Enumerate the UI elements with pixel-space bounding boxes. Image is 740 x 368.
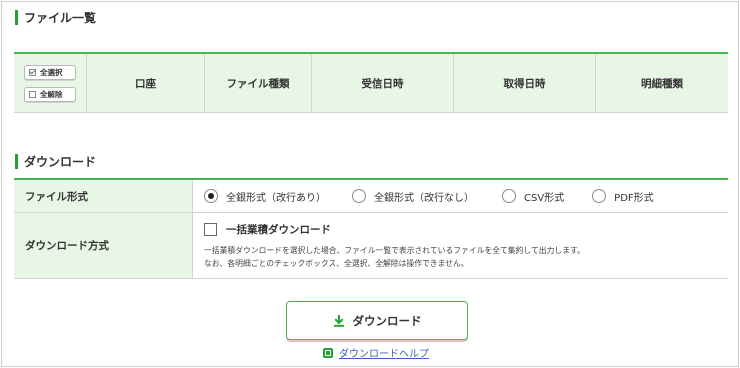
download-button[interactable]: ダウンロード <box>286 301 468 340</box>
format-option-label: 全銀形式（改行なし） <box>374 192 474 204</box>
select-all-button[interactable]: 全選択 <box>24 65 76 80</box>
column-header-statement-type: 明細種類 <box>641 77 683 90</box>
column-header-acquired-at: 取得日時 <box>454 54 596 112</box>
bulk-download-label: 一括業積ダウンロード <box>226 224 331 236</box>
file-format-options: 全銀形式（改行あり） 全銀形式（改行なし） CSV形式 PDF形式 <box>193 180 728 212</box>
bulk-download-checkbox[interactable]: 一括業積ダウンロード <box>204 222 728 237</box>
clear-all-button[interactable]: 全解除 <box>24 87 76 102</box>
format-option-label: PDF形式 <box>614 192 654 204</box>
checkbox-empty-icon <box>29 91 36 98</box>
download-method-row: ダウンロード方式 一括業積ダウンロード 一括業積ダウンロードを選択した場合、ファ… <box>14 213 728 279</box>
note-line: なお、各明細ごとのチェックボックス、全選択、全解除は操作できません。 <box>204 259 469 268</box>
page-frame: ファイル一覧 全選択 全解除 口座 ファイル種類 受信日時 取得日時 明細種類 … <box>1 1 739 367</box>
format-radio-pdf[interactable]: PDF形式 <box>592 189 654 204</box>
note-line: 一括業積ダウンロードを選択した場合、ファイル一覧で表示されているファイルを全て集… <box>204 246 585 255</box>
download-help-label: ダウンロードヘルプ <box>339 349 429 360</box>
clear-all-label: 全解除 <box>40 90 63 99</box>
download-help-link[interactable]: ダウンロードヘルプ <box>323 345 429 360</box>
select-column: 全選択 全解除 <box>14 54 87 112</box>
format-radio-zengin-no-newline[interactable]: 全銀形式（改行なし） <box>352 189 474 204</box>
radio-empty-icon <box>502 189 516 203</box>
download-icon <box>333 315 344 327</box>
file-list-table-header: 全選択 全解除 口座 ファイル種類 受信日時 取得日時 明細種類 <box>14 52 728 113</box>
checkbox-checked-icon <box>29 69 36 76</box>
format-radio-csv[interactable]: CSV形式 <box>502 189 564 204</box>
download-heading: ダウンロード <box>15 153 96 170</box>
column-header-file-type: ファイル種類 <box>205 54 312 112</box>
bulk-download-note: 一括業積ダウンロードを選択した場合、ファイル一覧で表示されているファイルを全て集… <box>204 244 728 270</box>
format-radio-zengin-newline[interactable]: 全銀形式（改行あり） <box>204 189 326 204</box>
file-list-heading: ファイル一覧 <box>15 9 96 26</box>
format-option-label: 全銀形式（改行あり） <box>226 192 326 204</box>
file-format-row: ファイル形式 全銀形式（改行あり） 全銀形式（改行なし） CSV形式 PDF形式 <box>14 180 728 213</box>
download-settings-table: ファイル形式 全銀形式（改行あり） 全銀形式（改行なし） CSV形式 PDF形式… <box>14 178 728 279</box>
download-button-label: ダウンロード <box>352 313 422 328</box>
heading-accent-bar <box>15 154 18 169</box>
heading-accent-bar <box>15 10 18 25</box>
format-option-label: CSV形式 <box>524 192 565 204</box>
download-method-label: ダウンロード方式 <box>14 213 193 278</box>
help-icon <box>323 347 333 358</box>
select-all-label: 全選択 <box>40 68 63 77</box>
column-header-account: 口座 <box>87 54 205 112</box>
download-method-value: 一括業積ダウンロード 一括業積ダウンロードを選択した場合、ファイル一覧で表示され… <box>193 213 728 278</box>
column-header-received-at: 受信日時 <box>312 54 454 112</box>
checkbox-empty-icon <box>204 223 217 236</box>
download-title: ダウンロード <box>24 155 97 169</box>
radio-selected-icon <box>204 189 218 203</box>
radio-empty-icon <box>352 189 366 203</box>
file-format-label: ファイル形式 <box>14 180 193 212</box>
file-list-title: ファイル一覧 <box>24 11 97 25</box>
radio-empty-icon <box>592 189 607 203</box>
